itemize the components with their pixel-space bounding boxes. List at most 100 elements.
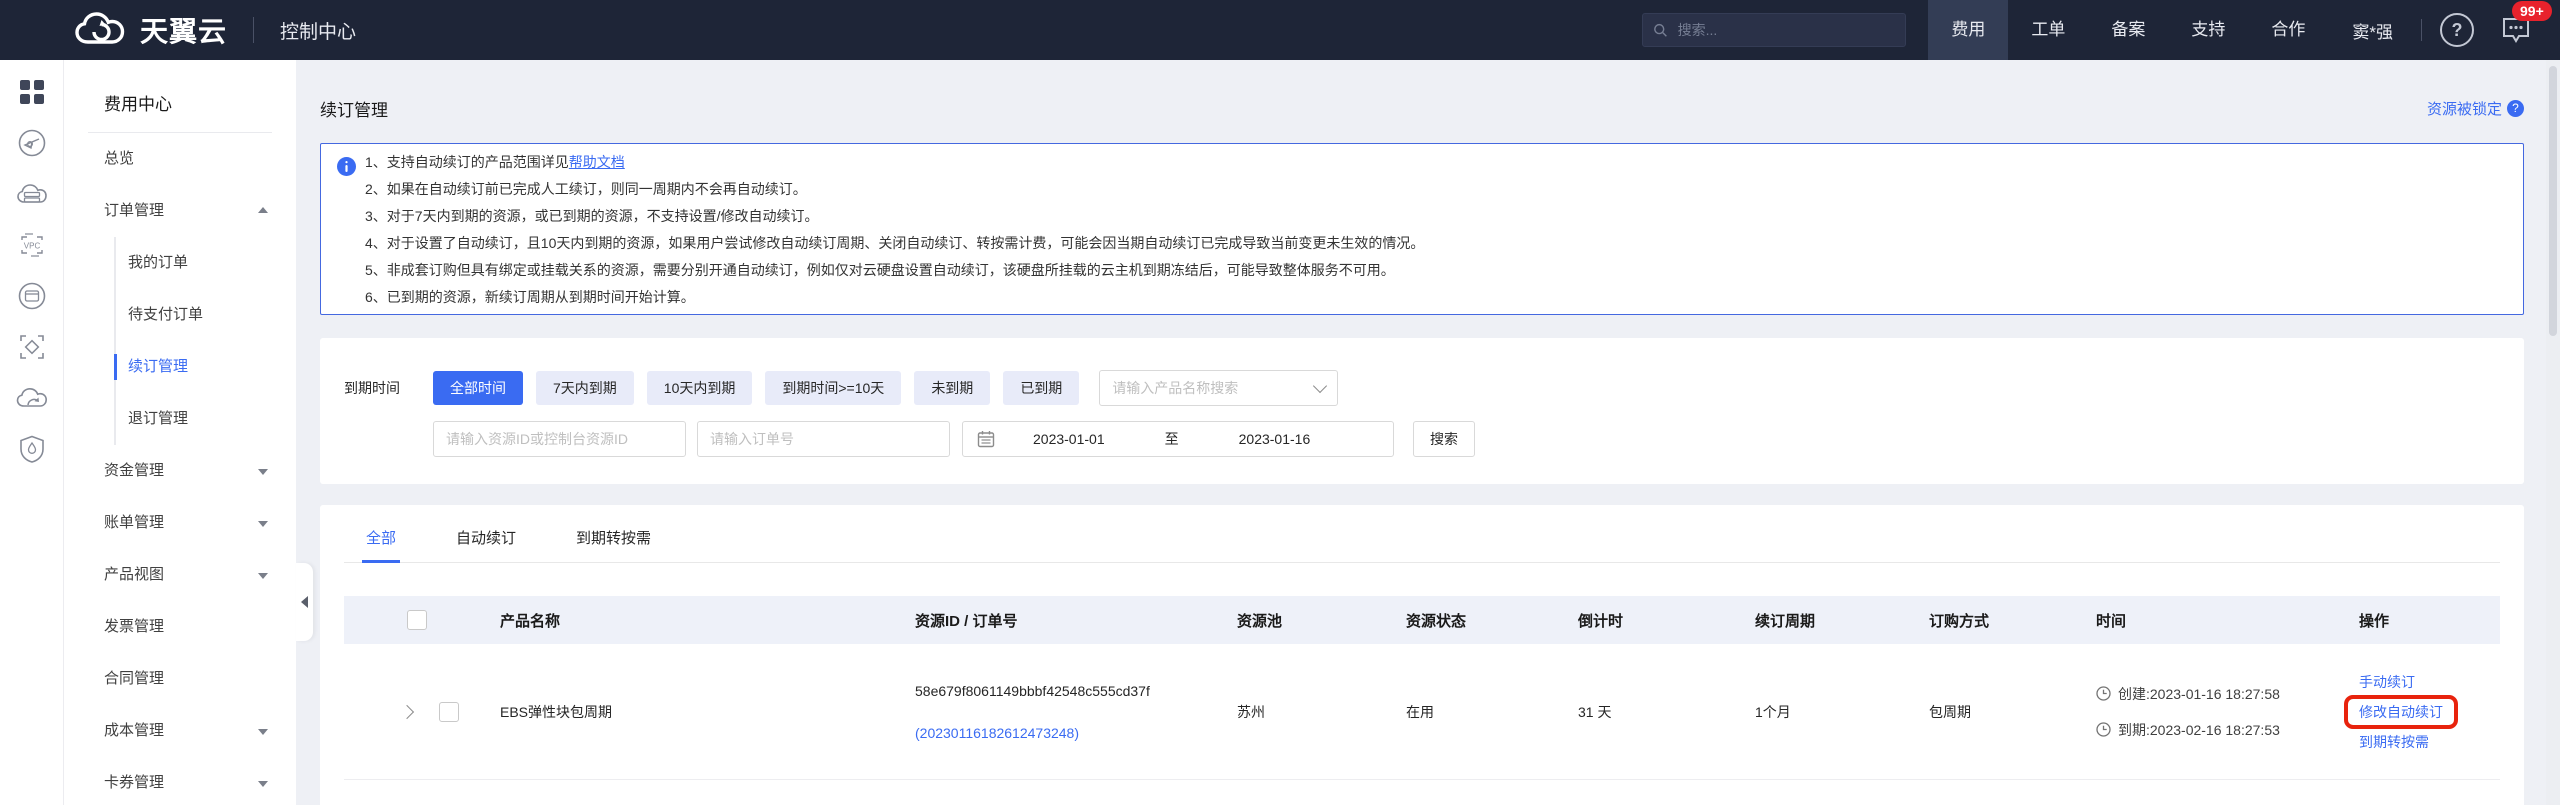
- sidebar-item-funds-management[interactable]: 资金管理: [64, 445, 296, 497]
- col-resource-pool: 资源池: [1237, 610, 1406, 631]
- filter-expire-7days[interactable]: 7天内到期: [536, 371, 634, 405]
- filter-expired[interactable]: 已到期: [1003, 371, 1079, 405]
- sidebar-item-renewal-management[interactable]: 续订管理: [116, 341, 296, 393]
- expire-time: 到期:2023-02-16 18:27:53: [2096, 720, 2359, 740]
- sidebar-item-contract-management[interactable]: 合同管理: [64, 653, 296, 705]
- message-center[interactable]: 99+: [2500, 15, 2532, 45]
- clock-icon: [2096, 686, 2111, 701]
- cell-resource-status: 在用: [1406, 702, 1578, 722]
- nav-item-cooperation[interactable]: 合作: [2248, 0, 2328, 60]
- page-scrollbar[interactable]: [2546, 60, 2560, 805]
- ctyun-logo-icon: [74, 11, 126, 49]
- col-renew-period: 续订周期: [1755, 610, 1929, 631]
- chevron-down-icon: [258, 469, 268, 475]
- sidebar-item-order-management[interactable]: 订单管理: [64, 185, 296, 237]
- sidebar-item-unsubscribe-management[interactable]: 退订管理: [116, 393, 296, 445]
- question-badge-icon: [2507, 100, 2524, 117]
- date-range-picker[interactable]: 2023-01-01 至 2023-01-16: [962, 421, 1394, 457]
- scrollbar-thumb[interactable]: [2549, 66, 2557, 336]
- filter-expire-gte-10days[interactable]: 到期时间>=10天: [765, 371, 901, 405]
- sidebar-item-cost-management[interactable]: 成本管理: [64, 705, 296, 757]
- tab-auto-renew[interactable]: 自动续订: [456, 527, 516, 562]
- tab-expire-to-ondemand[interactable]: 到期转按需: [576, 527, 651, 562]
- help-icon[interactable]: [2440, 13, 2474, 47]
- search-button[interactable]: 搜索: [1413, 421, 1475, 457]
- filter-all-time[interactable]: 全部时间: [433, 371, 523, 405]
- nav-item-filing[interactable]: 备案: [2088, 0, 2168, 60]
- created-time: 创建:2023-01-16 18:27:58: [2096, 684, 2359, 704]
- date-to-value[interactable]: 2023-01-16: [1239, 431, 1311, 447]
- order-no-input[interactable]: [697, 421, 950, 457]
- cell-resource-id: 58e679f8061149bbbf42548c555cd37f (202301…: [915, 680, 1237, 744]
- vpc-icon[interactable]: VPC: [14, 227, 50, 263]
- click-target-annotation: 修改自动续订: [2344, 695, 2458, 729]
- modify-auto-renew-link[interactable]: 修改自动续订: [2359, 704, 2443, 720]
- col-countdown: 倒计时: [1578, 610, 1755, 631]
- info-icon: [337, 157, 356, 176]
- nav-item-tickets[interactable]: 工单: [2008, 0, 2088, 60]
- sidebar-collapse-handle[interactable]: [296, 563, 313, 641]
- search-input[interactable]: [1676, 21, 1896, 39]
- username[interactable]: 窦*强: [2342, 18, 2403, 43]
- resources-locked-link[interactable]: 资源被锁定: [2427, 98, 2524, 119]
- navbar-divider: [2421, 19, 2422, 41]
- notice-line-3: 3、对于7天内到期的资源，或已到期的资源，不支持设置/修改自动续订。: [365, 203, 2505, 230]
- sidebar-item-coupon-management[interactable]: 卡券管理: [64, 757, 296, 805]
- sidebar-title: 费用中心: [64, 60, 296, 115]
- sidebar-item-overview[interactable]: 总览: [64, 133, 296, 185]
- cell-product-name: EBS弹性块包周期: [500, 702, 915, 722]
- col-product-name: 产品名称: [500, 610, 915, 631]
- manual-renew-link[interactable]: 手动续订: [2359, 672, 2415, 692]
- notice-line-6: 6、已到期的资源，新续订周期从到期时间开始计算。: [365, 284, 2505, 311]
- cloud-server-icon[interactable]: [14, 176, 50, 212]
- notice-line-1: 1、支持自动续订的产品范围详见帮助文档: [365, 149, 2505, 176]
- chevron-up-icon: [258, 207, 268, 213]
- row-checkbox[interactable]: [439, 702, 459, 722]
- filter-expire-10days[interactable]: 10天内到期: [647, 371, 753, 405]
- resource-id-input[interactable]: [433, 421, 686, 457]
- svg-text:VPC: VPC: [23, 242, 40, 251]
- date-from-value[interactable]: 2023-01-01: [1033, 431, 1105, 447]
- chevron-down-icon: [1313, 379, 1327, 393]
- cloud-transfer-icon[interactable]: [14, 380, 50, 416]
- app-grid-icon[interactable]: [14, 74, 50, 110]
- main-content: 续订管理 资源被锁定 1、支持自动续订的产品范围详见帮助文档 2、如果在自动续订…: [296, 60, 2560, 805]
- cell-order-mode: 包周期: [1929, 702, 2096, 722]
- sidebar-item-product-view[interactable]: 产品视图: [64, 549, 296, 601]
- sidebar-item-my-orders[interactable]: 我的订单: [116, 237, 296, 289]
- notice-line-2: 2、如果在自动续订前已完成人工续订，则同一周期内不会再自动续订。: [365, 176, 2505, 203]
- cell-resource-pool: 苏州: [1237, 702, 1406, 722]
- cell-time: 创建:2023-01-16 18:27:58 到期:2023-02-16 18:…: [2096, 684, 2359, 740]
- ecs-icon[interactable]: [14, 125, 50, 161]
- sidebar-item-pending-payment[interactable]: 待支付订单: [116, 289, 296, 341]
- filter-not-expired[interactable]: 未到期: [914, 371, 990, 405]
- sidebar-item-invoice-management[interactable]: 发票管理: [64, 601, 296, 653]
- chevron-down-icon: [258, 781, 268, 787]
- order-management-submenu: 我的订单 待支付订单 续订管理 退订管理: [114, 237, 296, 445]
- console-window-icon[interactable]: [14, 278, 50, 314]
- select-all-checkbox[interactable]: [407, 610, 427, 630]
- order-no-link[interactable]: (20230116182612473248): [915, 722, 1237, 744]
- product-name-select[interactable]: 请输入产品名称搜索: [1099, 370, 1338, 406]
- sidebar-item-bill-management[interactable]: 账单管理: [64, 497, 296, 549]
- tab-all[interactable]: 全部: [366, 527, 396, 562]
- global-search[interactable]: [1642, 13, 1906, 47]
- resource-frame-icon[interactable]: [14, 329, 50, 365]
- col-actions: 操作: [2359, 610, 2500, 631]
- notice-line-4: 4、对于设置了自动续订，且10天内到期的资源，如果用户尝试修改自动续订周期、关闭…: [365, 230, 2505, 257]
- renewal-table-panel: 全部 自动续订 到期转按需 产品名称 资源ID / 订单号 资源池 资源状态 倒…: [320, 505, 2524, 805]
- date-separator: 至: [1165, 429, 1179, 449]
- console-title: 控制中心: [280, 17, 356, 44]
- row-expand-icon[interactable]: [400, 704, 414, 718]
- chevron-down-icon: [258, 729, 268, 735]
- nav-item-support[interactable]: 支持: [2168, 0, 2248, 60]
- search-icon: [1653, 22, 1667, 38]
- table-tabs: 全部 自动续订 到期转按需: [344, 527, 2500, 563]
- security-shield-icon[interactable]: [14, 431, 50, 467]
- expire-to-ondemand-link[interactable]: 到期转按需: [2359, 732, 2429, 752]
- billing-sidebar: 费用中心 总览 订单管理 我的订单 待支付订单 续订管理 退订管理 资金管理 账…: [64, 60, 296, 805]
- help-doc-link[interactable]: 帮助文档: [569, 154, 625, 170]
- clock-icon: [2096, 722, 2111, 737]
- nav-item-fees[interactable]: 费用: [1928, 0, 2008, 60]
- navbar-divider: [253, 17, 254, 43]
